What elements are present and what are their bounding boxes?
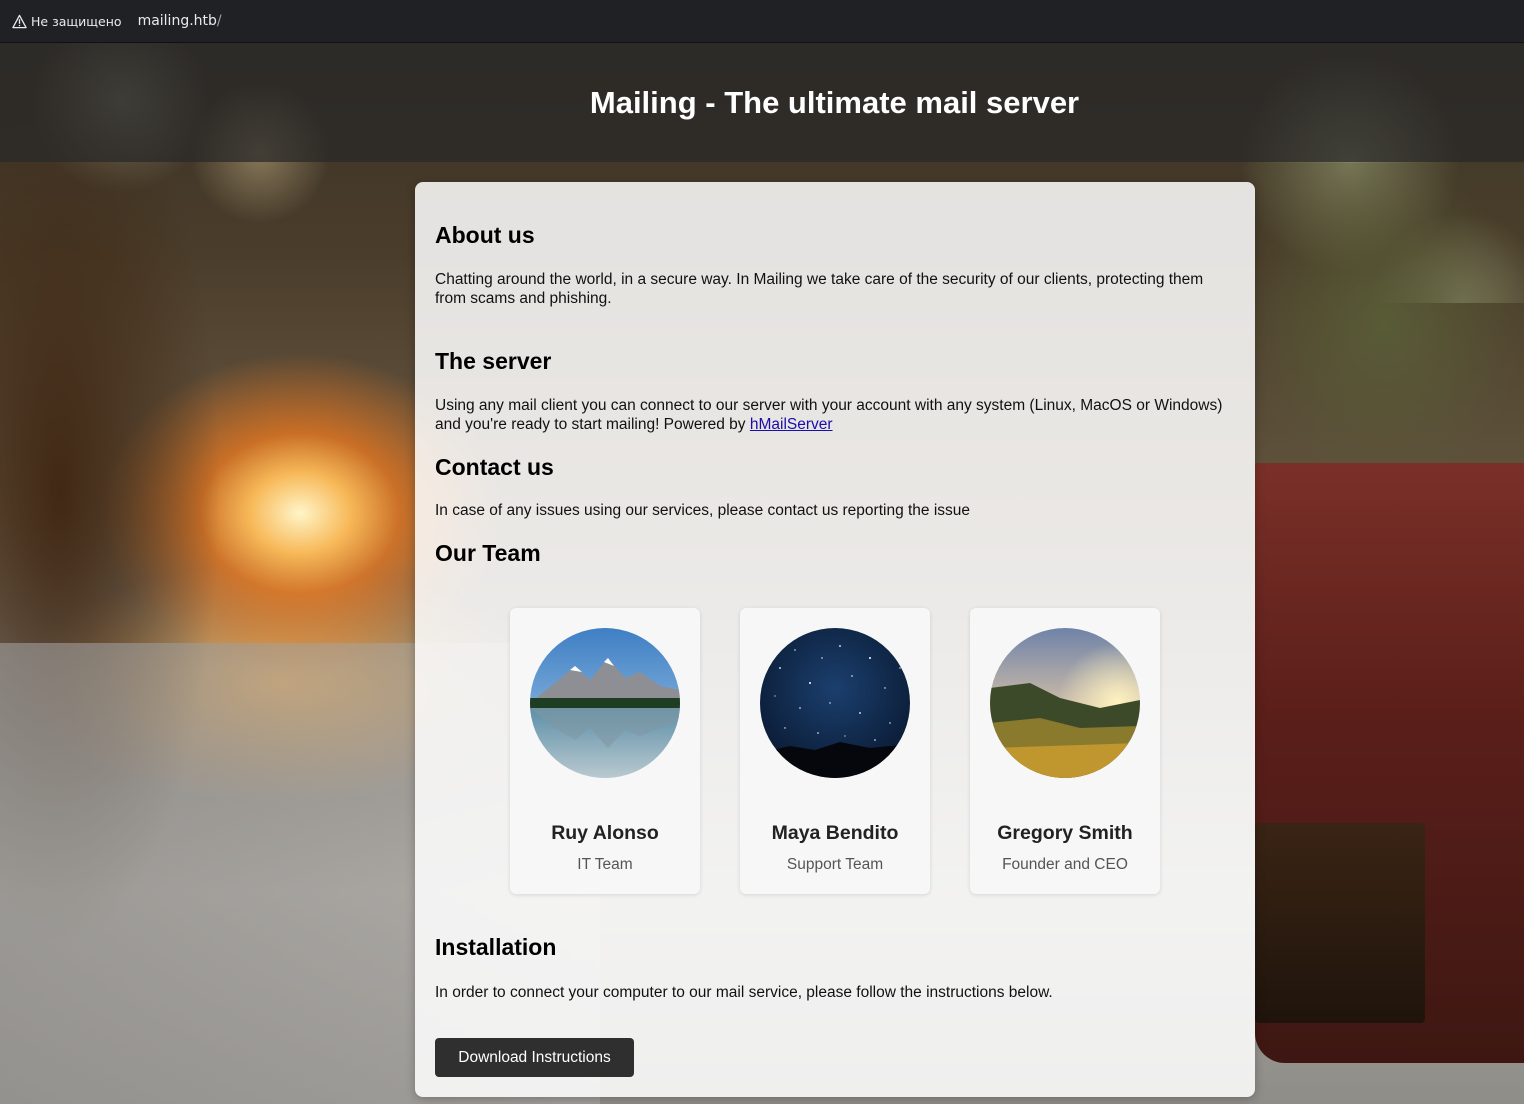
team-member-name: Ruy Alonso [551, 822, 659, 844]
team-card-ruy-alonso: Ruy Alonso IT Team [510, 608, 700, 894]
about-text: Chatting around the world, in a secure w… [435, 271, 1204, 307]
team-member-name: Maya Bendito [771, 822, 899, 844]
team-photo-night-sky [760, 628, 910, 778]
warning-icon[interactable] [12, 14, 27, 29]
url-field[interactable]: mailing.htb/ [138, 13, 222, 29]
url-host: mailing.htb [137, 13, 217, 29]
team-member-role: Support Team [786, 856, 884, 873]
url-path: / [216, 13, 222, 29]
browser-address-bar: Не защищено mailing.htb/ [0, 0, 1524, 43]
download-instructions-button[interactable]: Download Instructions [435, 1038, 634, 1077]
team-photo-sunset-hills [990, 628, 1140, 778]
hmailserver-link[interactable]: hMailServer [750, 416, 833, 433]
sunset-hills-image [990, 628, 1140, 778]
team-member-role: Founder and CEO [1002, 856, 1128, 873]
team-member-name: Gregory Smith [997, 822, 1133, 844]
page-title: Mailing - The ultimate mail server [589, 84, 1080, 120]
mountain-lake-image [530, 628, 680, 778]
installation-text: In order to connect your computer to our… [435, 984, 1053, 1001]
contact-heading: Contact us [435, 454, 554, 480]
team-photo-mountain-lake [530, 628, 680, 778]
server-text: Using any mail client you can connect to… [435, 396, 1235, 434]
team-card-gregory-smith: Gregory Smith Founder and CEO [970, 608, 1160, 894]
server-heading: The server [435, 348, 552, 374]
background-trees-right [1255, 163, 1524, 483]
night-sky-image [760, 628, 910, 778]
installation-heading: Installation [435, 934, 557, 960]
team-heading: Our Team [435, 540, 541, 566]
about-heading: About us [435, 222, 535, 248]
security-status-text[interactable]: Не защищено [31, 14, 122, 29]
contact-text: In case of any issues using our services… [435, 502, 971, 519]
team-member-role: IT Team [577, 856, 633, 873]
content-card: About us Chatting around the world, in a… [415, 182, 1255, 1097]
background-post [1255, 823, 1425, 1023]
site-header: Mailing - The ultimate mail server [0, 43, 1524, 162]
team-card-maya-bendito: Maya Bendito Support Team [740, 608, 930, 894]
